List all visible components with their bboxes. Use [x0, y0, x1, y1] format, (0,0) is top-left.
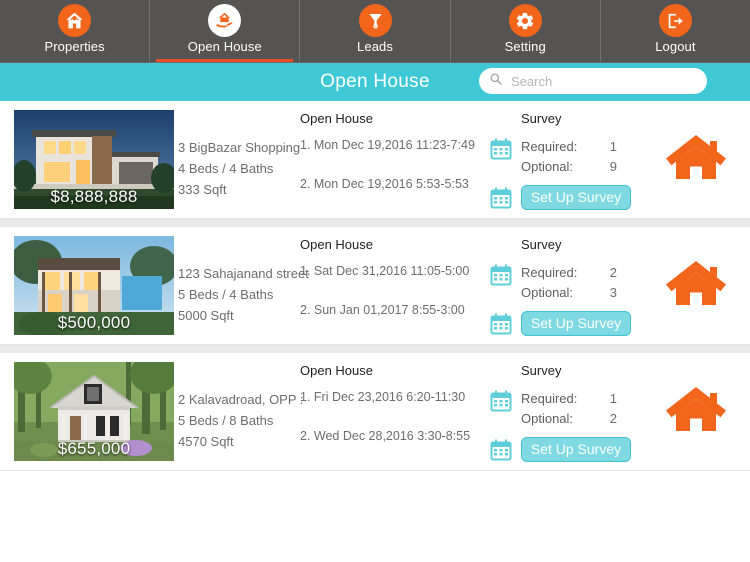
- survey-optional-label: Optional:: [521, 285, 574, 300]
- survey-optional-row: Optional: 3: [521, 283, 641, 303]
- tab-label: Setting: [504, 39, 546, 54]
- set-up-survey-button[interactable]: Set Up Survey: [521, 185, 631, 210]
- calendar-icon[interactable]: [489, 186, 513, 215]
- survey-required-value: 2: [609, 265, 617, 280]
- calendar-icon[interactable]: [489, 438, 513, 467]
- open-house-schedule: Open House 1. Fri Dec 23,2016 6:20-11:30…: [300, 353, 485, 444]
- calendar-icon[interactable]: [489, 389, 513, 418]
- survey-optional-value: 9: [609, 159, 617, 174]
- house-icon-column: [641, 101, 750, 186]
- survey-heading: Survey: [521, 111, 562, 126]
- property-address: 123 Sahajanand street: [178, 266, 309, 281]
- property-thumbnail[interactable]: $655,000: [14, 362, 174, 461]
- main-tab-bar: Properties Open House 0 Leads Setting Lo…: [0, 0, 750, 63]
- survey-required-row: Required: 1: [521, 389, 641, 409]
- svg-text:0: 0: [374, 25, 376, 29]
- open-house-schedule: Open House 1. Mon Dec 19,2016 11:23-7:49…: [300, 101, 485, 192]
- calendar-icon-column: [485, 227, 517, 361]
- survey-optional-value: 3: [609, 285, 617, 300]
- tab-label: Logout: [655, 39, 696, 54]
- property-price: $655,000: [57, 439, 131, 458]
- tab-label: Leads: [357, 39, 393, 54]
- survey-heading: Survey: [521, 363, 562, 378]
- property-area: 333 Sqft: [178, 182, 227, 197]
- calendar-icon-column: [485, 353, 517, 487]
- calendar-icon-column: [485, 101, 517, 235]
- calendar-icon[interactable]: [489, 312, 513, 341]
- calendar-icon[interactable]: [489, 263, 513, 292]
- survey-section: Survey Required: 1 Optional: 9 Set Up Su…: [521, 101, 641, 210]
- search-icon: [489, 72, 509, 91]
- property-details: 123 Sahajanand street 5 Beds / 4 Baths 5…: [178, 227, 309, 326]
- search-box[interactable]: [479, 68, 707, 94]
- tab-label: Open House: [187, 39, 262, 54]
- list-item[interactable]: $500,000 123 Sahajanand street 5 Beds / …: [0, 227, 750, 345]
- calendar-icon[interactable]: [489, 137, 513, 166]
- tab-leads[interactable]: 0 Leads: [300, 0, 451, 62]
- property-details: 2 Kalavadroad, OPP : 5 Beds / 8 Baths 45…: [178, 353, 304, 452]
- survey-required-label: Required:: [521, 391, 578, 406]
- open-house-heading: Open House: [300, 363, 373, 378]
- property-beds-baths: 5 Beds / 4 Baths: [178, 287, 274, 302]
- house-icon[interactable]: [664, 257, 728, 312]
- logout-icon: [658, 4, 692, 37]
- survey-required-row: Required: 1: [521, 137, 641, 157]
- house-icon-column: [641, 353, 750, 438]
- property-thumbnail[interactable]: $500,000: [14, 236, 174, 335]
- property-thumbnail[interactable]: $8,888,888: [14, 110, 174, 209]
- survey-optional-row: Optional: 9: [521, 157, 641, 177]
- survey-required-label: Required:: [521, 139, 578, 154]
- survey-required-label: Required:: [521, 265, 578, 280]
- survey-section: Survey Required: 1 Optional: 2 Set Up Su…: [521, 353, 641, 462]
- property-price: $8,888,888: [50, 187, 138, 206]
- house-icon[interactable]: [664, 383, 728, 438]
- open-house-date-1: 1. Mon Dec 19,2016 11:23-7:49: [300, 138, 475, 152]
- survey-section: Survey Required: 2 Optional: 3 Set Up Su…: [521, 227, 641, 336]
- property-address: 3 BigBazar Shopping: [178, 140, 301, 155]
- open-house-schedule: Open House 1. Sat Dec 31,2016 11:05-5:00…: [300, 227, 485, 318]
- survey-heading: Survey: [521, 237, 562, 252]
- tab-open-house[interactable]: Open House: [150, 0, 301, 62]
- open-house-list: $8,888,888 3 BigBazar Shopping 4 Beds / …: [0, 101, 750, 471]
- survey-optional-label: Optional:: [521, 411, 574, 426]
- open-house-heading: Open House: [300, 237, 373, 252]
- funnel-icon: 0: [358, 4, 392, 37]
- survey-required-value: 1: [609, 391, 617, 406]
- property-beds-baths: 5 Beds / 8 Baths: [178, 413, 274, 428]
- survey-optional-value: 2: [609, 411, 617, 426]
- survey-optional-label: Optional:: [521, 159, 574, 174]
- app-root: Properties Open House 0 Leads Setting Lo…: [0, 0, 750, 562]
- property-area: 5000 Sqft: [178, 308, 234, 323]
- open-house-heading: Open House: [300, 111, 373, 126]
- list-item[interactable]: $655,000 2 Kalavadroad, OPP : 5 Beds / 8…: [0, 353, 750, 471]
- page-header: Open House: [0, 63, 750, 101]
- set-up-survey-button[interactable]: Set Up Survey: [521, 437, 631, 462]
- open-house-date-2: 2. Wed Dec 28,2016 3:30-8:55: [300, 429, 471, 443]
- property-price: $500,000: [57, 313, 131, 332]
- list-item[interactable]: $8,888,888 3 BigBazar Shopping 4 Beds / …: [0, 101, 750, 219]
- open-house-date-1: 1. Sat Dec 31,2016 11:05-5:00: [300, 264, 470, 278]
- search-input[interactable]: [509, 72, 697, 90]
- tab-logout[interactable]: Logout: [601, 0, 750, 62]
- house-icon: [58, 4, 92, 37]
- open-house-date-1: 1. Fri Dec 23,2016 6:20-11:30: [300, 390, 466, 404]
- house-on-hand-icon: [208, 4, 242, 37]
- property-address: 2 Kalavadroad, OPP :: [178, 392, 304, 407]
- open-house-date-2: 2. Sun Jan 01,2017 8:55-3:00: [300, 303, 465, 317]
- tab-setting[interactable]: Setting: [451, 0, 601, 62]
- house-icon[interactable]: [664, 131, 728, 186]
- survey-required-row: Required: 2: [521, 263, 641, 283]
- tab-label: Properties: [44, 39, 105, 54]
- set-up-survey-button[interactable]: Set Up Survey: [521, 311, 631, 336]
- property-beds-baths: 4 Beds / 4 Baths: [178, 161, 274, 176]
- property-area: 4570 Sqft: [178, 434, 234, 449]
- survey-required-value: 1: [609, 139, 617, 154]
- open-house-date-2: 2. Mon Dec 19,2016 5:53-5:53: [300, 177, 469, 191]
- tab-properties[interactable]: Properties: [0, 0, 151, 62]
- survey-optional-row: Optional: 2: [521, 409, 641, 429]
- gear-icon: [508, 4, 542, 37]
- property-details: 3 BigBazar Shopping 4 Beds / 4 Baths 333…: [178, 101, 301, 200]
- house-icon-column: [641, 227, 750, 312]
